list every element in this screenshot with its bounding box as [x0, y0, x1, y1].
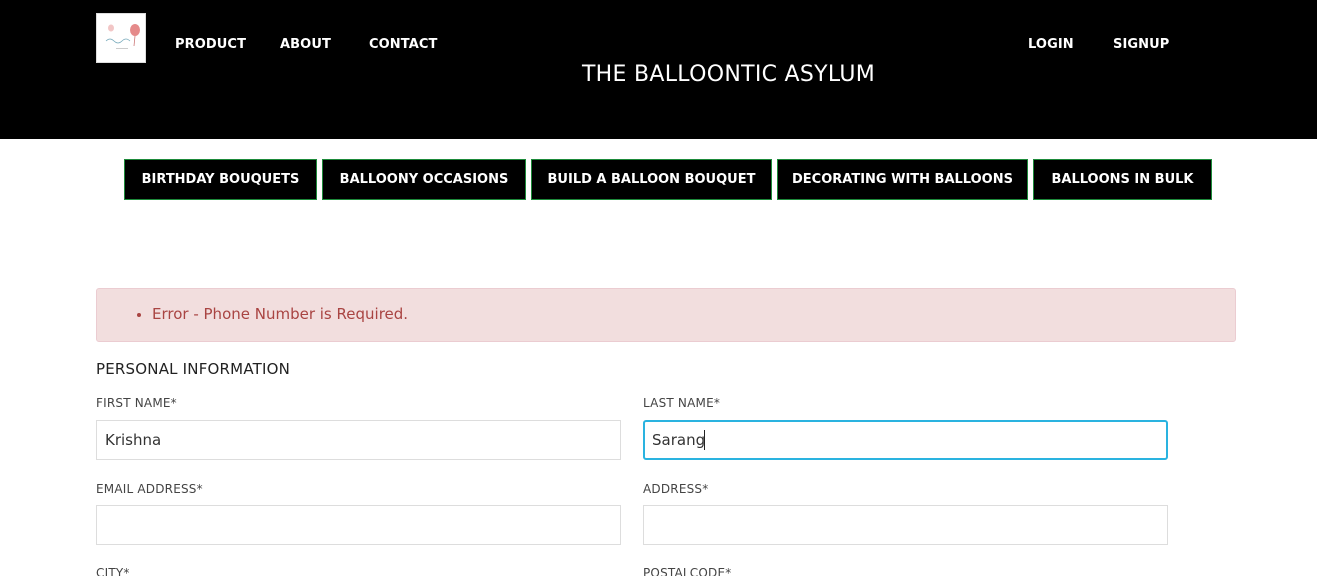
email-label: EMAIL ADDRESS* [96, 482, 203, 496]
nav-login[interactable]: LOGIN [1028, 37, 1074, 52]
city-label: CITY* [96, 566, 130, 576]
site-header: PRODUCT ABOUT CONTACT LOGIN SIGNUP THE B… [0, 0, 1317, 139]
first-name-label: FIRST NAME* [96, 396, 177, 410]
email-field[interactable] [96, 505, 621, 545]
first-name-field[interactable] [96, 420, 621, 460]
category-birthday-bouquets[interactable]: BIRTHDAY BOUQUETS [124, 159, 317, 200]
error-alert: Error - Phone Number is Required. [96, 288, 1236, 342]
nav-signup[interactable]: SIGNUP [1113, 37, 1169, 52]
address-field[interactable] [643, 505, 1168, 545]
last-name-label: LAST NAME* [643, 396, 721, 410]
nav-contact[interactable]: CONTACT [369, 37, 438, 52]
section-title: PERSONAL INFORMATION [96, 360, 291, 378]
nav-about[interactable]: ABOUT [280, 37, 331, 52]
address-label: ADDRESS* [643, 482, 709, 496]
nav-product[interactable]: PRODUCT [175, 37, 246, 52]
error-list: Error - Phone Number is Required. [152, 305, 408, 323]
text-cursor [704, 430, 705, 450]
error-message: Error - Phone Number is Required. [152, 305, 408, 323]
site-title: THE BALLOONTIC ASYLUM [581, 62, 876, 87]
category-decorating-with-balloons[interactable]: DECORATING WITH BALLOONS [777, 159, 1028, 200]
last-name-field[interactable] [643, 420, 1168, 460]
balloon-icon [97, 14, 145, 62]
category-balloony-occasions[interactable]: BALLOONY OCCASIONS [322, 159, 526, 200]
category-build-a-balloon-bouquet[interactable]: BUILD A BALLOON BOUQUET [531, 159, 772, 200]
balloon-logo[interactable] [96, 13, 146, 63]
category-balloons-in-bulk[interactable]: BALLOONS IN BULK [1033, 159, 1212, 200]
postalcode-label: POSTALCODE* [643, 566, 732, 576]
